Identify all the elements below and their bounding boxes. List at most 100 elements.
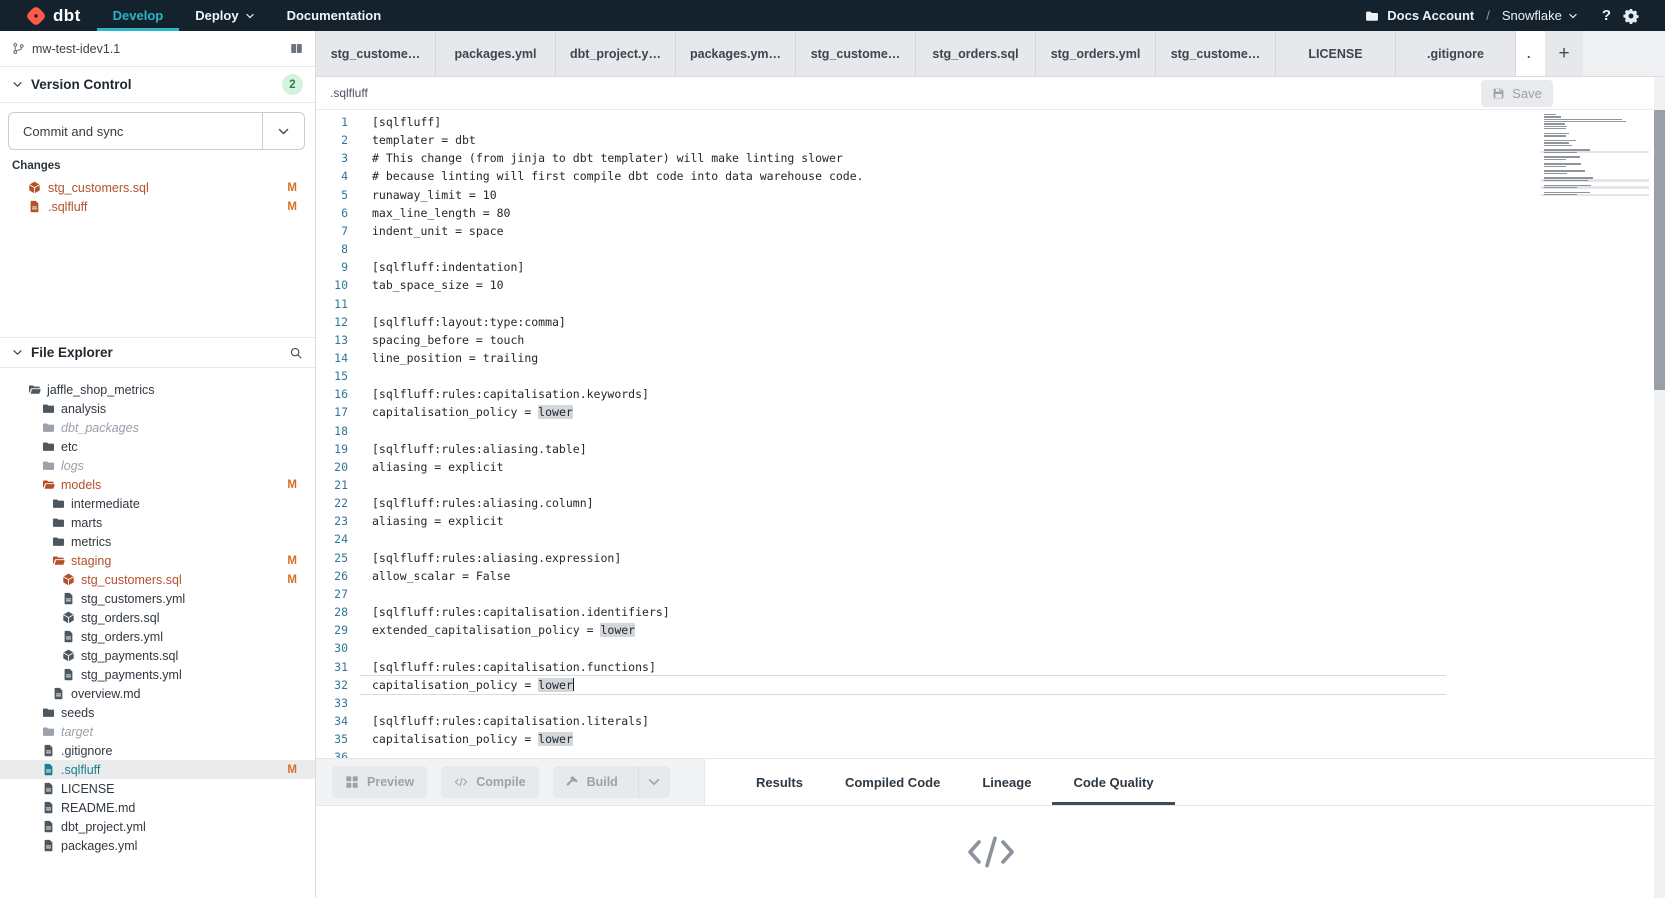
file-tree-item[interactable]: dbt_packages — [0, 418, 315, 437]
split-panels-icon[interactable] — [290, 42, 303, 55]
editor-tab-active-partial[interactable]: . — [1516, 31, 1545, 76]
file-tree-item[interactable]: overview.md — [0, 684, 315, 703]
code-line: 35capitalisation_policy = lower — [316, 730, 1665, 748]
file-explorer-header[interactable]: File Explorer — [0, 337, 315, 368]
code-line: 1[sqlfluff] — [316, 113, 1665, 131]
panel-tab-results[interactable]: Results — [735, 759, 824, 805]
file-tree-item[interactable]: etc — [0, 437, 315, 456]
file-tree-item[interactable]: analysis — [0, 399, 315, 418]
file-tree-item[interactable]: seeds — [0, 703, 315, 722]
file-tree-item[interactable]: jaffle_shop_metrics — [0, 380, 315, 399]
file-tree-item[interactable]: stg_orders.sql — [0, 608, 315, 627]
file-tree-item[interactable]: modelsM — [0, 475, 315, 494]
folder-icon — [42, 706, 55, 719]
editor-tab[interactable]: stg_orders.yml — [1036, 31, 1156, 76]
commit-and-sync-button[interactable]: Commit and sync — [8, 112, 305, 150]
editor-tab[interactable]: dbt_project.y… — [556, 31, 676, 76]
file-tree-item[interactable]: intermediate — [0, 494, 315, 513]
dbt-logo-text: dbt — [53, 6, 81, 26]
editor-tab[interactable]: packages.ym… — [676, 31, 796, 76]
line-number: 1 — [316, 113, 348, 131]
code-line: 10tab_space_size = 10 — [316, 276, 1665, 294]
changed-file-row[interactable]: .sqlfluffM — [0, 197, 315, 216]
code-line: 14line_position = trailing — [316, 349, 1665, 367]
nav-item-deploy[interactable]: Deploy — [179, 0, 270, 31]
code-line: 24 — [316, 530, 1665, 548]
editor-action-buttons: Preview Compile Build — [316, 759, 705, 805]
file-tree-item[interactable]: stg_payments.yml — [0, 665, 315, 684]
line-number: 5 — [316, 186, 348, 204]
account-switcher[interactable]: Docs Account — [1365, 8, 1474, 23]
match-highlight: lower — [538, 732, 573, 746]
editor-tab[interactable]: .gitignore — [1396, 31, 1516, 76]
line-number: 7 — [316, 222, 348, 240]
build-icon — [565, 775, 579, 789]
file-tree-item-label: marts — [71, 516, 102, 530]
model-icon — [28, 181, 41, 194]
changes-count-badge: 2 — [282, 74, 303, 95]
file-tree-item[interactable]: README.md — [0, 798, 315, 817]
code-line: 29extended_capitalisation_policy = lower — [316, 621, 1665, 639]
code-line: 30 — [316, 639, 1665, 657]
search-icon[interactable] — [289, 346, 303, 360]
code-line: 6max_line_length = 80 — [316, 204, 1665, 222]
scrollbar-track[interactable] — [1654, 77, 1665, 898]
file-tree-item[interactable]: metrics — [0, 532, 315, 551]
panel-tab-code-quality[interactable]: Code Quality — [1052, 759, 1174, 805]
file-tree-item[interactable]: .gitignore — [0, 741, 315, 760]
build-button[interactable]: Build — [553, 766, 670, 798]
editor-tab[interactable]: stg_custome… — [1156, 31, 1276, 76]
code-line: 5runaway_limit = 10 — [316, 186, 1665, 204]
editor-tab[interactable]: stg_custome… — [796, 31, 916, 76]
line-number: 9 — [316, 258, 348, 276]
connection-switcher[interactable]: Snowflake — [1502, 8, 1578, 23]
model-icon — [62, 573, 75, 586]
file-tree-item[interactable]: .sqlfluffM — [0, 760, 315, 779]
tab-bar-filler — [1583, 31, 1665, 76]
build-options-chevron[interactable] — [638, 766, 670, 798]
dbt-logo[interactable]: dbt — [0, 0, 81, 31]
commit-options-chevron[interactable] — [262, 113, 304, 149]
file-tree-item[interactable]: target — [0, 722, 315, 741]
new-tab-button[interactable]: + — [1545, 31, 1583, 76]
file-tree-item-label: seeds — [61, 706, 94, 720]
editor-tab[interactable]: LICENSE — [1276, 31, 1396, 76]
compile-button[interactable]: Compile — [441, 766, 538, 798]
file-tree-item[interactable]: dbt_project.yml — [0, 817, 315, 836]
editor-tab[interactable]: packages.yml — [436, 31, 556, 76]
version-control-header[interactable]: Version Control 2 — [0, 67, 315, 103]
help-button[interactable]: ? — [1602, 7, 1611, 24]
save-button[interactable]: Save — [1481, 80, 1553, 107]
line-number: 18 — [316, 422, 348, 440]
file-tree-item[interactable]: packages.yml — [0, 836, 315, 855]
code-line: 26allow_scalar = False — [316, 567, 1665, 585]
editor-tab[interactable]: stg_custome… — [316, 31, 436, 76]
file-tree-item[interactable]: stg_customers.yml — [0, 589, 315, 608]
file-icon — [52, 687, 65, 700]
chevron-down-icon — [12, 79, 23, 90]
code-line: 15 — [316, 367, 1665, 385]
scrollbar-thumb[interactable] — [1654, 110, 1665, 390]
file-tree-item[interactable]: marts — [0, 513, 315, 532]
line-number: 23 — [316, 512, 348, 530]
settings-gear-icon[interactable] — [1623, 8, 1639, 24]
file-tree-item-label: LICENSE — [61, 782, 115, 796]
editor-tab[interactable]: stg_orders.sql — [916, 31, 1036, 76]
panel-tab-compiled-code[interactable]: Compiled Code — [824, 759, 961, 805]
nav-item-documentation[interactable]: Documentation — [271, 0, 398, 31]
changed-file-row[interactable]: stg_customers.sqlM — [0, 178, 315, 197]
code-editor[interactable]: 1[sqlfluff]2templater = dbt3# This chang… — [316, 110, 1665, 758]
file-tree-item-label: stg_orders.yml — [81, 630, 163, 644]
nav-item-develop[interactable]: Develop — [97, 0, 180, 31]
line-number: 22 — [316, 494, 348, 512]
file-tree-item[interactable]: stagingM — [0, 551, 315, 570]
file-tree-item[interactable]: stg_orders.yml — [0, 627, 315, 646]
preview-button[interactable]: Preview — [332, 766, 427, 798]
file-tree-item[interactable]: LICENSE — [0, 779, 315, 798]
changes-label: Changes — [12, 160, 61, 172]
file-tree-item[interactable]: logs — [0, 456, 315, 475]
file-tree-item[interactable]: stg_payments.sql — [0, 646, 315, 665]
file-tree-item[interactable]: stg_customers.sqlM — [0, 570, 315, 589]
panel-tab-lineage[interactable]: Lineage — [961, 759, 1052, 805]
line-number: 13 — [316, 331, 348, 349]
